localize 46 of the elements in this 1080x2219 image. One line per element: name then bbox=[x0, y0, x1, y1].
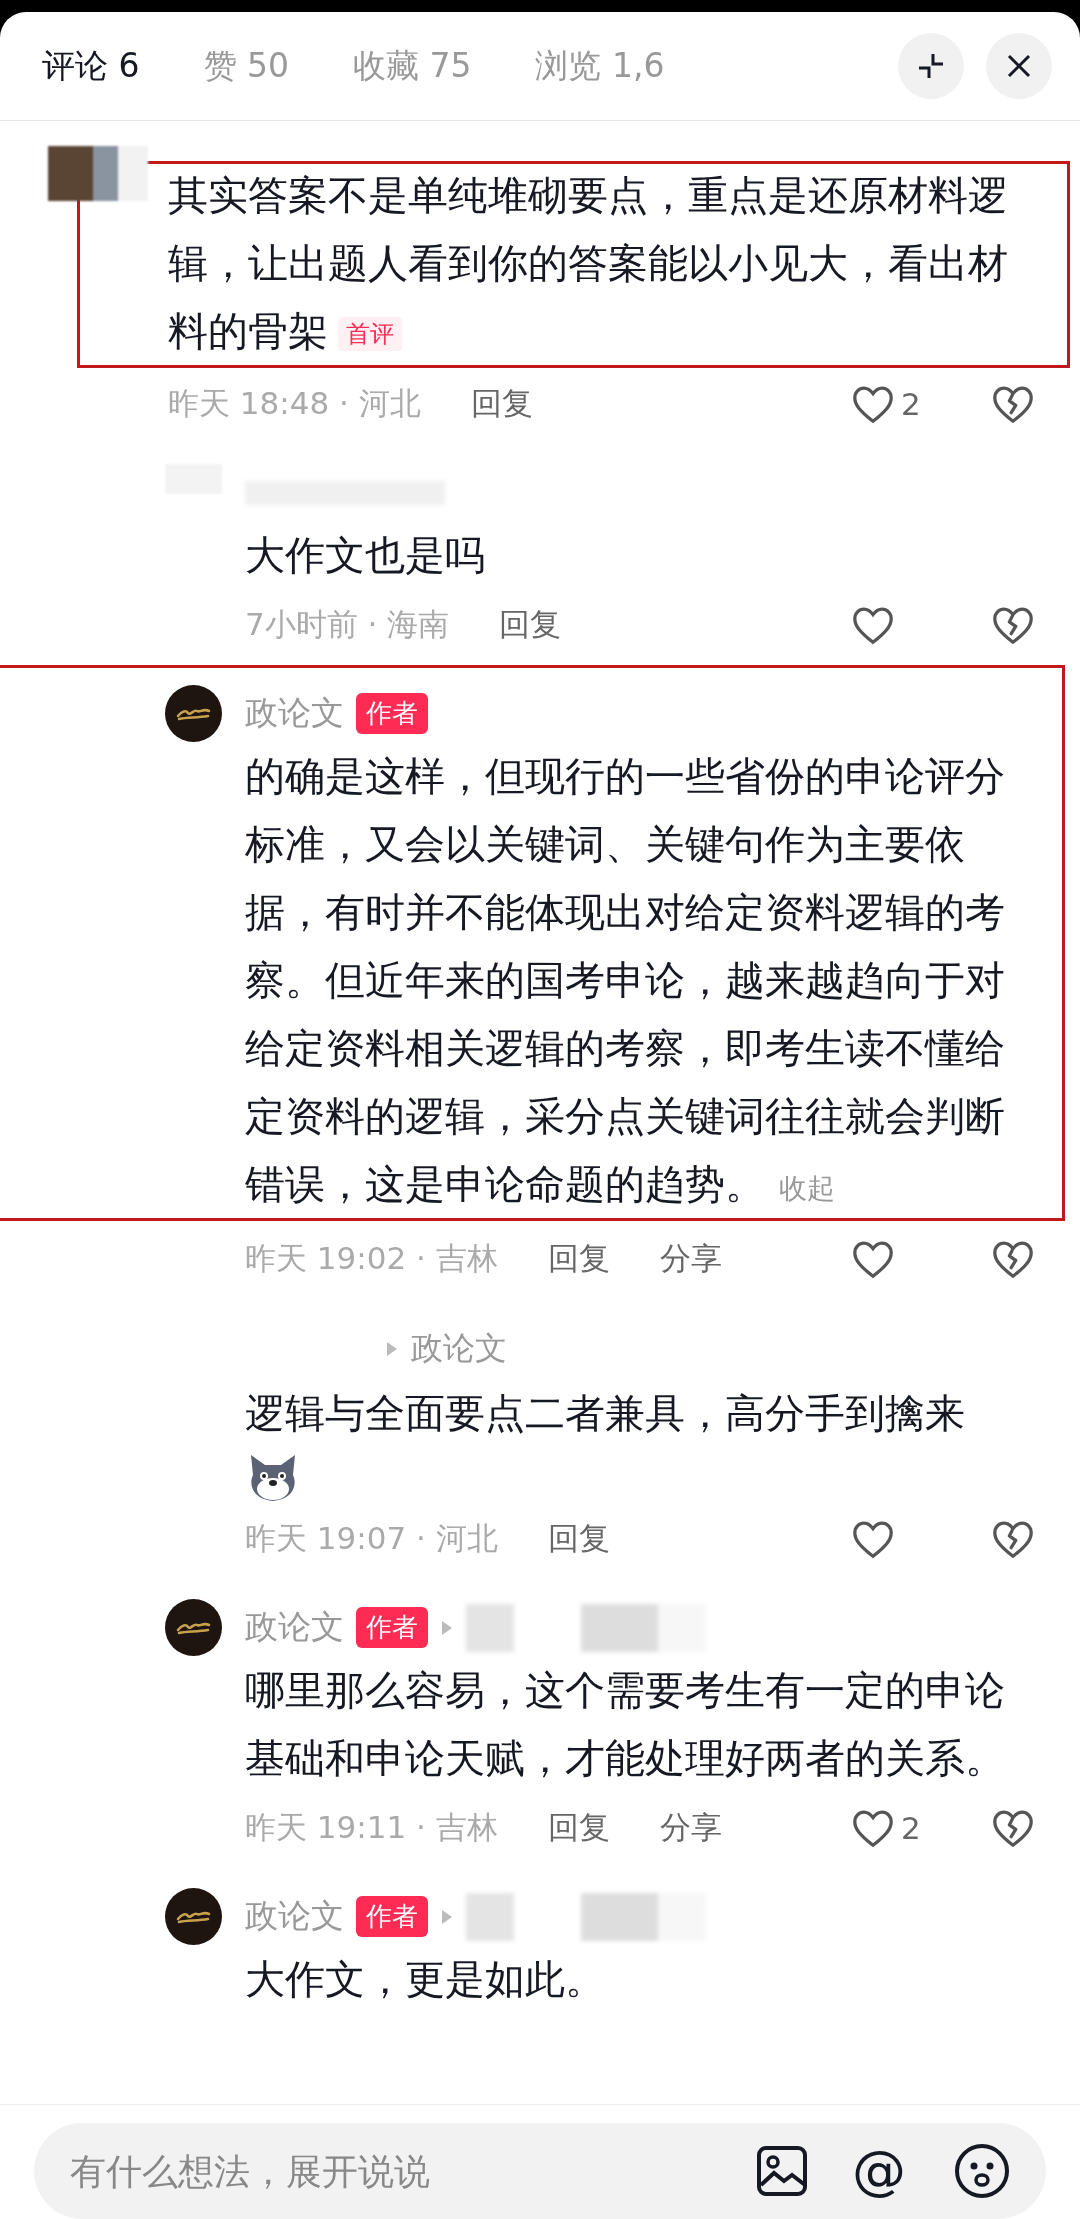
like-count: 2 bbox=[901, 386, 921, 422]
time-location: 7小时前 · 海南 bbox=[245, 605, 450, 644]
avatar-icon[interactable] bbox=[165, 1888, 222, 1945]
share-button[interactable]: 分享 bbox=[659, 1238, 722, 1280]
author-badge: 作者 bbox=[356, 1896, 428, 1937]
time-location: 昨天 18:48 · 河北 bbox=[168, 384, 421, 423]
heart-icon[interactable] bbox=[851, 384, 895, 424]
reply-button[interactable]: 回复 bbox=[547, 1238, 610, 1280]
time-location: 昨天 19:11 · 吉林 bbox=[245, 1808, 498, 1847]
heart-icon[interactable] bbox=[851, 605, 895, 645]
mention-button[interactable]: @ bbox=[852, 2144, 906, 2198]
comment-input[interactable]: 有什么想法，展开说说 @ bbox=[34, 2123, 1046, 2219]
heart-icon[interactable] bbox=[851, 1808, 895, 1848]
collapse-icon bbox=[916, 51, 946, 81]
reply-button[interactable]: 回复 bbox=[547, 1807, 610, 1849]
broken-heart-icon[interactable] bbox=[991, 1808, 1035, 1848]
comment-text: 其实答案不是单纯堆砌要点，重点是还原材料逻辑，让出题人看到你的答案能以小见大，看出材料的骨架 首评 bbox=[168, 171, 1009, 356]
avatar-icon[interactable] bbox=[165, 685, 222, 742]
like-count: 2 bbox=[901, 1810, 921, 1846]
first-comment-tag: 首评 bbox=[338, 317, 402, 351]
time-location: 昨天 19:07 · 河北 bbox=[245, 1519, 498, 1558]
comment-text: 大作文，更是如此。 bbox=[245, 1955, 606, 2004]
broken-heart-icon[interactable] bbox=[991, 1519, 1035, 1559]
triangle-icon bbox=[440, 1618, 454, 1637]
author-badge: 作者 bbox=[356, 693, 428, 734]
time-location: 昨天 19:02 · 吉林 bbox=[245, 1239, 498, 1278]
triangle-icon bbox=[385, 1340, 399, 1358]
reply-button[interactable]: 回复 bbox=[547, 1518, 610, 1560]
avatar-icon[interactable] bbox=[165, 1599, 222, 1656]
broken-heart-icon[interactable] bbox=[991, 384, 1035, 424]
comment-text: 的确是这样，但现行的一些省份的申论评分标准，又会以关键词、关键句作为主要依据，有时并不能体现出对给定资料逻辑的考察。但近年来的国考申论，越来越趋向于对给定资料相关逻辑的考察，即考生读不懂给定资料的逻辑，采分点关键词往往就会判断错误，这是申论命题的趋势。 收起 bbox=[245, 752, 1006, 1209]
smiley-icon[interactable] bbox=[954, 2143, 1010, 2199]
triangle-icon bbox=[440, 1907, 454, 1926]
heart-icon[interactable] bbox=[851, 1519, 895, 1559]
comment-text: 哪里那么容易，这个需要考生有一定的申论基础和申论天赋，才能处理好两者的关系。 bbox=[245, 1666, 1006, 1783]
comment-text: 大作文也是吗 bbox=[245, 531, 486, 580]
author-badge: 作者 bbox=[356, 1607, 428, 1648]
broken-heart-icon[interactable] bbox=[991, 1239, 1035, 1279]
reply-button[interactable]: 回复 bbox=[499, 604, 562, 646]
share-button[interactable]: 分享 bbox=[659, 1807, 722, 1849]
tab[interactable]: 评论 6 bbox=[42, 43, 140, 89]
image-icon[interactable] bbox=[756, 2145, 808, 2197]
heart-icon[interactable] bbox=[851, 1239, 895, 1279]
comment-text: 逻辑与全面要点二者兼具，高分手到擒来 bbox=[245, 1389, 966, 1438]
broken-heart-icon[interactable] bbox=[991, 605, 1035, 645]
reply-button[interactable]: 回复 bbox=[470, 383, 533, 425]
